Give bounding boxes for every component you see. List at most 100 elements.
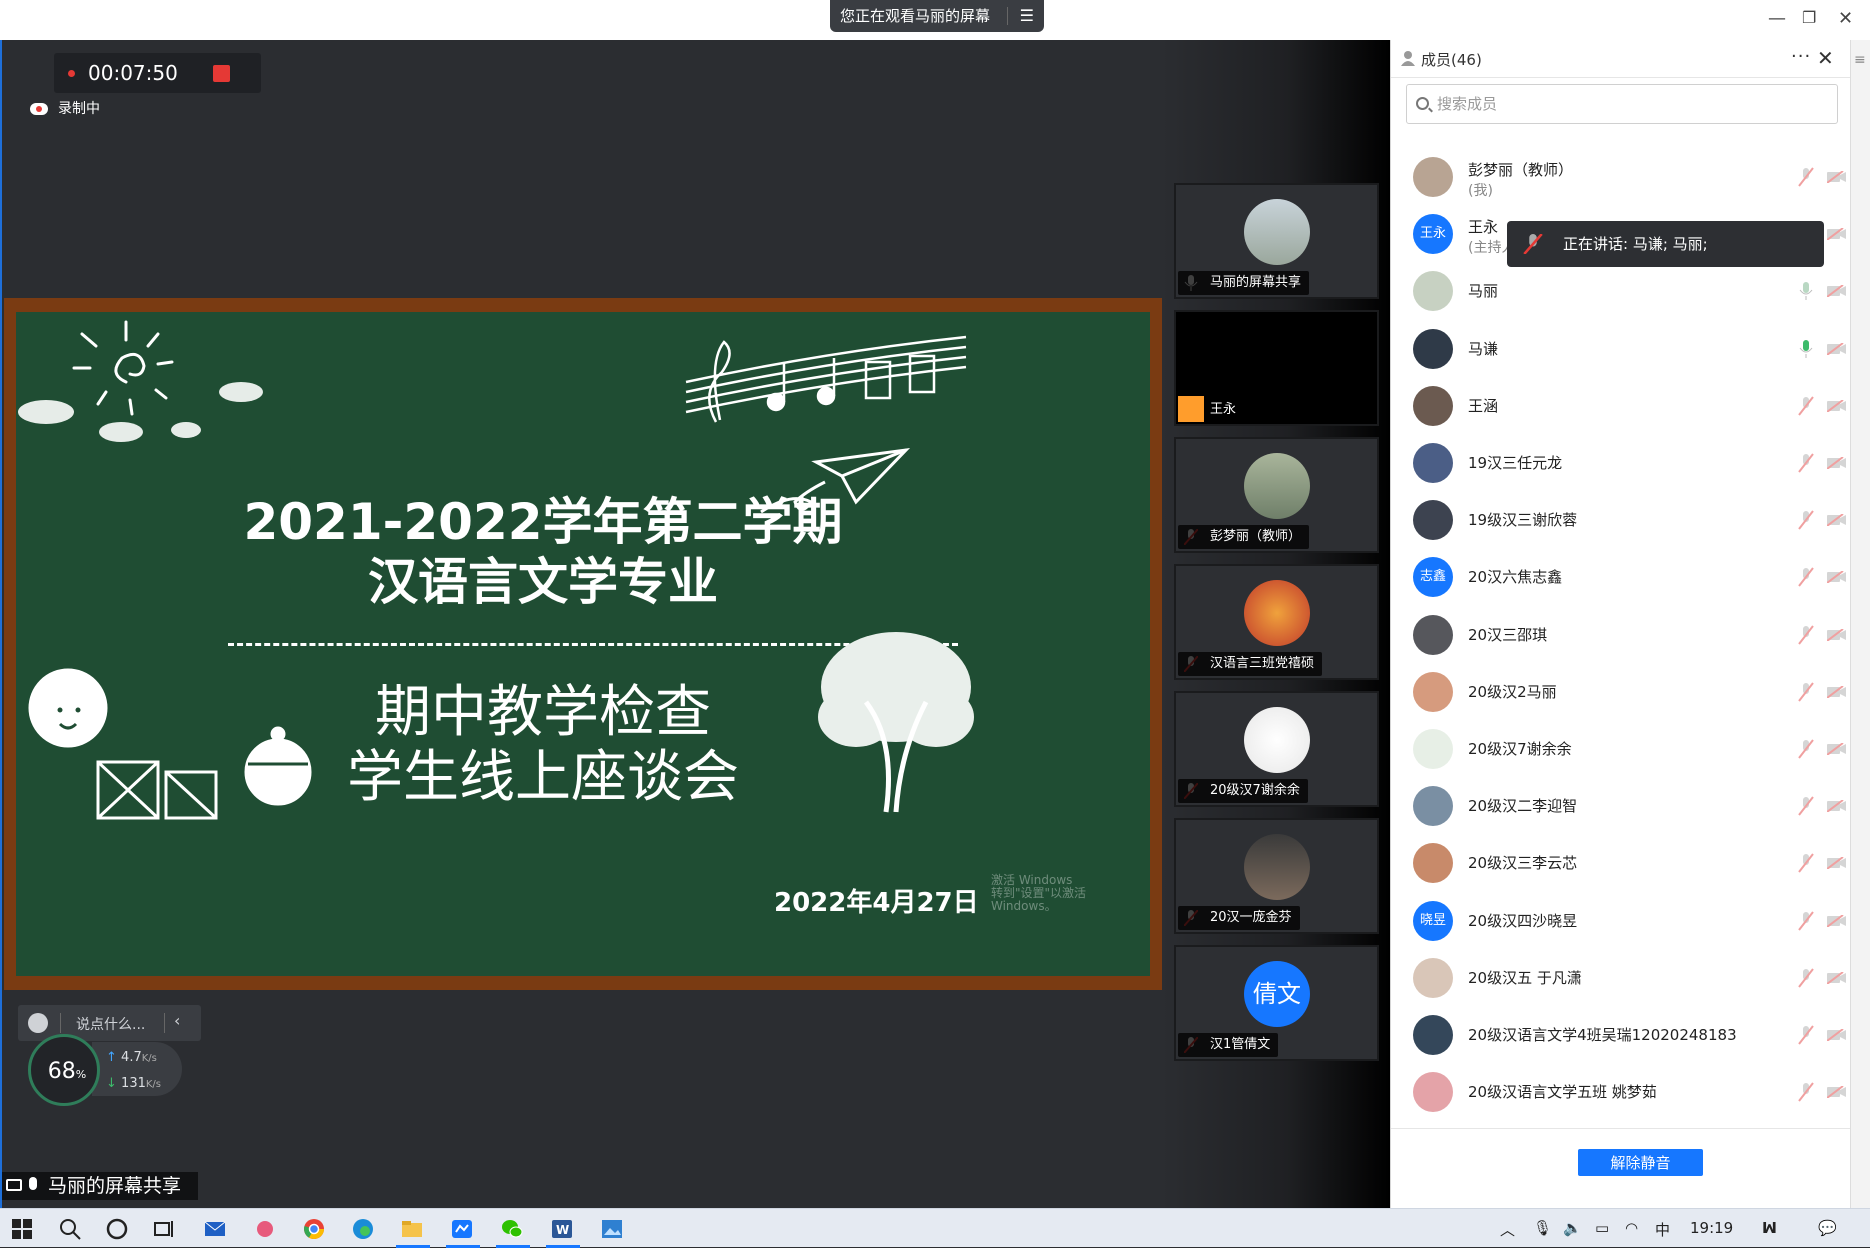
input-method-icon[interactable]: ꟽ (1762, 1219, 1777, 1237)
chat-input-bar[interactable]: 说点什么... ‹ (18, 1005, 201, 1041)
restore-button[interactable]: ❐ (1802, 8, 1816, 27)
camera-off-icon[interactable] (1827, 1029, 1847, 1041)
mic-muted-icon[interactable] (1797, 510, 1815, 530)
chrome-icon[interactable] (302, 1217, 326, 1241)
wechat-icon[interactable] (500, 1217, 524, 1241)
close-window-button[interactable]: ✕ (1838, 8, 1853, 29)
tencent-meeting-icon[interactable] (450, 1217, 474, 1241)
member-row[interactable]: 志鑫 20汉六焦志鑫 (1391, 548, 1851, 605)
avatar (1413, 443, 1453, 483)
member-row[interactable]: 20级汉五 于凡潇 (1391, 949, 1851, 1006)
mic-muted-icon[interactable] (1797, 1025, 1815, 1045)
cortana-icon[interactable] (105, 1217, 129, 1241)
mic-muted-icon[interactable] (1797, 167, 1815, 187)
camera-off-icon[interactable] (1827, 800, 1847, 813)
mic-muted-icon[interactable] (1797, 567, 1815, 588)
show-hidden-icons[interactable]: ︿ (1500, 1219, 1515, 1240)
mic-muted-icon[interactable] (1797, 682, 1815, 702)
member-search-input[interactable] (1437, 91, 1837, 117)
snipping-icon[interactable] (253, 1217, 277, 1241)
camera-off-icon[interactable] (1827, 285, 1847, 298)
member-row[interactable]: 20级汉7谢余余 (1391, 720, 1851, 777)
minimize-button[interactable]: — (1768, 8, 1786, 29)
search-icon[interactable] (58, 1217, 82, 1241)
camera-off-icon[interactable] (1827, 571, 1847, 584)
close-panel-icon[interactable]: ✕ (1817, 46, 1834, 70)
video-tile[interactable]: 彭梦丽（教师） (1174, 437, 1379, 553)
mic-muted-icon[interactable] (1797, 796, 1815, 816)
camera-off-icon[interactable] (1827, 971, 1847, 984)
collapse-chat-icon[interactable]: ‹ (174, 1011, 180, 1030)
camera-off-icon[interactable] (1827, 685, 1847, 698)
camera-off-icon[interactable] (1827, 399, 1847, 412)
wifi-icon[interactable]: ◠ (1625, 1219, 1638, 1237)
camera-off-icon[interactable] (1827, 857, 1847, 870)
mic-muted-icon[interactable] (1797, 624, 1815, 645)
member-row[interactable]: 马丽 (1391, 262, 1851, 319)
member-row[interactable]: 20级汉语言文学4班吴瑞12020248183 (1391, 1006, 1851, 1063)
member-row[interactable]: 20汉三邵琪 (1391, 606, 1851, 663)
task-view-icon[interactable] (152, 1217, 176, 1241)
camera-off-icon[interactable] (1827, 342, 1847, 355)
mail-icon[interactable] (203, 1217, 227, 1241)
mic-muted-icon[interactable] (1797, 910, 1815, 931)
member-row[interactable]: 王涵 (1391, 377, 1851, 434)
camera-off-icon[interactable] (1827, 457, 1847, 469)
member-row[interactable]: 20级汉2马丽 (1391, 663, 1851, 720)
video-tile[interactable]: 20汉一庞金芬 (1174, 818, 1379, 934)
member-row[interactable]: 晓昱 20级汉四沙晓昱 (1391, 892, 1851, 949)
mic-muted-icon[interactable] (1797, 739, 1815, 759)
mic-muted-icon[interactable] (1797, 396, 1815, 416)
member-search[interactable] (1406, 84, 1838, 124)
avatar (1244, 453, 1310, 519)
member-row[interactable]: 19级汉三谢欣蓉 (1391, 491, 1851, 548)
camera-off-icon[interactable] (1827, 228, 1847, 241)
video-tile[interactable]: 王永 (1174, 310, 1379, 426)
mic-muted-icon[interactable] (1797, 853, 1815, 874)
member-row[interactable]: 彭梦丽（教师） (我) (1391, 148, 1851, 205)
file-explorer-icon[interactable] (400, 1217, 424, 1241)
unmute-button[interactable]: 解除静音 (1578, 1149, 1703, 1176)
windows-start-icon[interactable] (10, 1217, 34, 1241)
member-row[interactable]: 20级汉语言文学五班 姚梦茹 (1391, 1063, 1851, 1120)
avatar (1244, 834, 1310, 900)
camera-off-icon[interactable] (1827, 914, 1847, 927)
word-icon[interactable]: W (550, 1217, 574, 1241)
mic-on-icon[interactable] (1797, 339, 1815, 359)
avatar (1413, 729, 1453, 769)
photos-icon[interactable] (600, 1217, 624, 1241)
mic-on-icon[interactable] (1797, 281, 1815, 301)
emoji-icon[interactable] (28, 1013, 48, 1033)
camera-off-icon[interactable] (1827, 514, 1847, 527)
mic-muted-icon[interactable] (1797, 1082, 1815, 1102)
edge-icon[interactable] (351, 1217, 375, 1241)
member-row[interactable]: 19汉三任元龙 (1391, 434, 1851, 491)
camera-off-icon[interactable] (1827, 1086, 1847, 1099)
member-row[interactable]: 20级汉二李迎智 (1391, 777, 1851, 834)
volume-icon[interactable]: 🔈 (1563, 1219, 1582, 1237)
member-row[interactable]: 马谦 (1391, 320, 1851, 377)
video-tile[interactable]: 汉语言三班党禧硕 (1174, 564, 1379, 680)
camera-off-icon[interactable] (1827, 628, 1847, 641)
chat-placeholder[interactable]: 说点什么... (76, 1014, 145, 1034)
battery-icon[interactable]: ▭ (1595, 1219, 1609, 1237)
hamburger-icon[interactable]: ≡ (1854, 52, 1866, 68)
camera-off-icon[interactable] (1827, 743, 1847, 755)
notification-icon[interactable]: 💬 (1818, 1219, 1837, 1237)
stop-recording-button[interactable] (213, 65, 230, 82)
video-tile[interactable]: 20级汉7谢余余 (1174, 691, 1379, 807)
menu-icon[interactable]: ☰ (1020, 0, 1034, 32)
clock[interactable]: 19:19 (1690, 1219, 1733, 1237)
camera-off-icon[interactable] (1827, 171, 1847, 183)
avatar (1413, 1072, 1453, 1113)
video-tile[interactable]: 倩文 汉1管倩文 (1174, 945, 1379, 1061)
mic-muted-icon[interactable] (1797, 453, 1815, 473)
mic-tray-icon[interactable]: 🎙 (1533, 1219, 1552, 1237)
avatar: 志鑫 (1413, 557, 1453, 598)
viewing-banner[interactable]: 您正在观看马丽的屏幕 ☰ (830, 0, 1044, 32)
ime-indicator[interactable]: 中 (1655, 1219, 1670, 1240)
more-options-icon[interactable]: ··· (1791, 46, 1811, 67)
member-row[interactable]: 20级汉三李云芯 (1391, 834, 1851, 891)
mic-muted-icon[interactable] (1797, 968, 1815, 988)
video-tile[interactable]: 马丽的屏幕共享 (1174, 183, 1379, 299)
